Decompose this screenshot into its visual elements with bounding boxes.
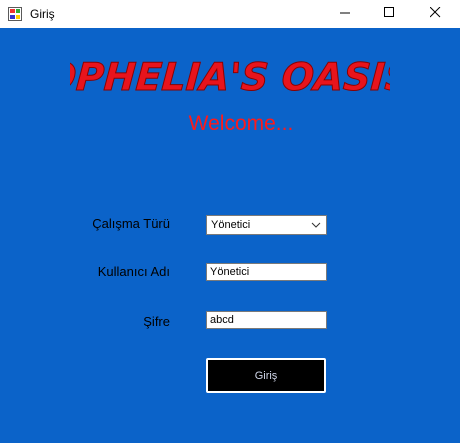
password-label: Şifre bbox=[143, 314, 170, 329]
username-label: Kullanıcı Adı bbox=[97, 264, 170, 279]
maximize-icon bbox=[383, 5, 395, 23]
username-input[interactable]: Yönetici bbox=[206, 263, 327, 281]
login-button[interactable]: Giriş bbox=[206, 358, 326, 393]
login-window: Giriş OPHELIA'S OASIS Welcome... Çalışma… bbox=[0, 0, 460, 443]
title-bar[interactable]: Giriş bbox=[0, 0, 460, 28]
minimize-icon bbox=[339, 5, 351, 23]
logo-text: OPHELIA'S OASIS bbox=[70, 55, 390, 99]
app-form-icon bbox=[8, 7, 22, 21]
minimize-button[interactable] bbox=[322, 0, 368, 28]
work-type-value: Yönetici bbox=[211, 219, 251, 231]
work-type-select[interactable]: Yönetici bbox=[206, 215, 327, 235]
welcome-text: Welcome... bbox=[188, 112, 294, 135]
password-input[interactable]: abcd bbox=[206, 311, 327, 329]
maximize-button[interactable] bbox=[366, 0, 412, 28]
chevron-down-icon bbox=[310, 219, 322, 231]
window-title: Giriş bbox=[30, 7, 55, 21]
form-client-area: OPHELIA'S OASIS Welcome... Çalışma Türü … bbox=[0, 28, 460, 443]
close-icon bbox=[429, 5, 441, 23]
work-type-label: Çalışma Türü bbox=[92, 216, 170, 231]
close-button[interactable] bbox=[412, 0, 458, 28]
logo: OPHELIA'S OASIS bbox=[0, 50, 460, 100]
